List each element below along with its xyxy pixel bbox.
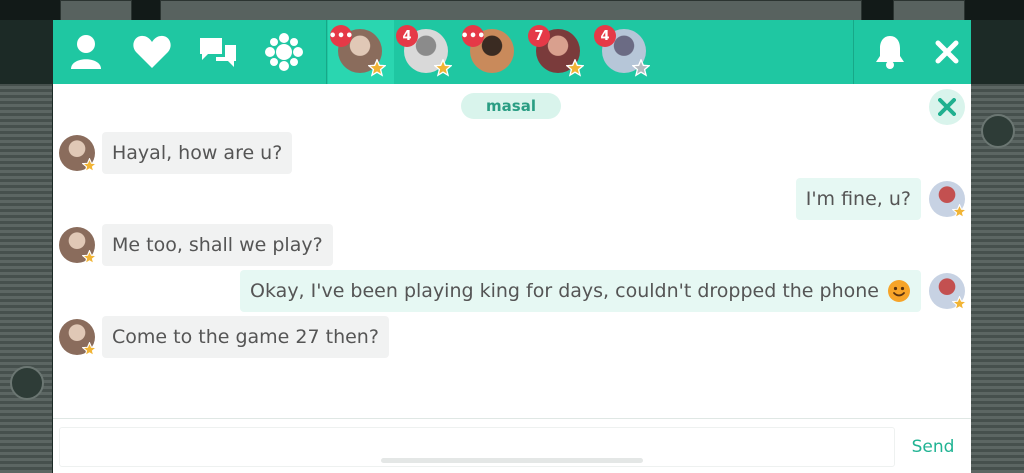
close-chat-button[interactable] (925, 20, 969, 84)
star-icon (952, 296, 967, 311)
background-card (160, 0, 862, 22)
conversation-tab[interactable]: 7 (528, 25, 584, 77)
background-card (893, 0, 965, 22)
close-conversation-button[interactable] (929, 89, 965, 125)
incoming-message: Come to the game 27 then? (102, 316, 389, 358)
bell-icon (876, 36, 904, 69)
unread-badge: ••• (329, 25, 353, 47)
conversation-tab[interactable]: ••• (461, 25, 516, 75)
groups-button[interactable] (261, 20, 307, 84)
unread-badge: 4 (594, 25, 616, 47)
star-icon (632, 59, 650, 77)
smiley-icon (888, 280, 910, 302)
card-emblem (10, 366, 44, 400)
favorites-button[interactable] (129, 20, 175, 84)
background-card-stack-left (0, 84, 52, 473)
message-text: Okay, I've been playing king for days, c… (250, 280, 879, 302)
chat-panel: ••• 4 ••• 7 4 masal Hayal, how are u? I'm fin… (53, 20, 971, 473)
send-button[interactable]: Send (903, 427, 963, 467)
message-text: Come to the game 27 then? (112, 326, 379, 348)
user-icon (71, 35, 101, 69)
topbar-separator (326, 20, 327, 84)
close-icon (938, 98, 956, 116)
outgoing-message: Okay, I've been playing king for days, c… (240, 270, 921, 312)
message-text: Me too, shall we play? (112, 234, 323, 256)
conversation-tab[interactable]: 4 (594, 25, 650, 77)
star-icon (82, 158, 97, 173)
conversation-partner-name: masal (461, 93, 561, 119)
incoming-message: Me too, shall we play? (102, 224, 333, 266)
unread-badge: 4 (396, 25, 418, 47)
composer-divider (53, 418, 971, 419)
star-icon (434, 59, 452, 77)
star-icon (566, 59, 584, 77)
chat-icon (200, 38, 236, 67)
drag-handle[interactable] (381, 458, 643, 463)
unread-badge: ••• (461, 25, 485, 47)
conversation-tab[interactable]: ••• (329, 25, 386, 77)
close-icon (935, 40, 959, 64)
heart-icon (133, 35, 171, 68)
unread-badge: 7 (528, 25, 550, 47)
star-icon (952, 204, 967, 219)
background-card (60, 0, 132, 22)
messages-button[interactable] (195, 20, 241, 84)
background-card-stack-right (971, 84, 1024, 473)
puzzle-icon (265, 33, 303, 71)
message-text: I'm fine, u? (805, 188, 911, 210)
chat-topbar: ••• 4 ••• 7 4 (53, 20, 971, 84)
profile-button[interactable] (63, 20, 109, 84)
conversation-tab[interactable]: 4 (396, 25, 452, 77)
star-icon (82, 342, 97, 357)
star-icon (368, 59, 386, 77)
outgoing-message: I'm fine, u? (795, 178, 921, 220)
incoming-message: Hayal, how are u? (102, 132, 293, 174)
card-emblem (981, 114, 1015, 148)
star-icon (82, 250, 97, 265)
notifications-button[interactable] (865, 20, 915, 84)
background-card-row (0, 0, 1024, 22)
topbar-separator (853, 20, 854, 84)
message-text: Hayal, how are u? (112, 142, 283, 164)
